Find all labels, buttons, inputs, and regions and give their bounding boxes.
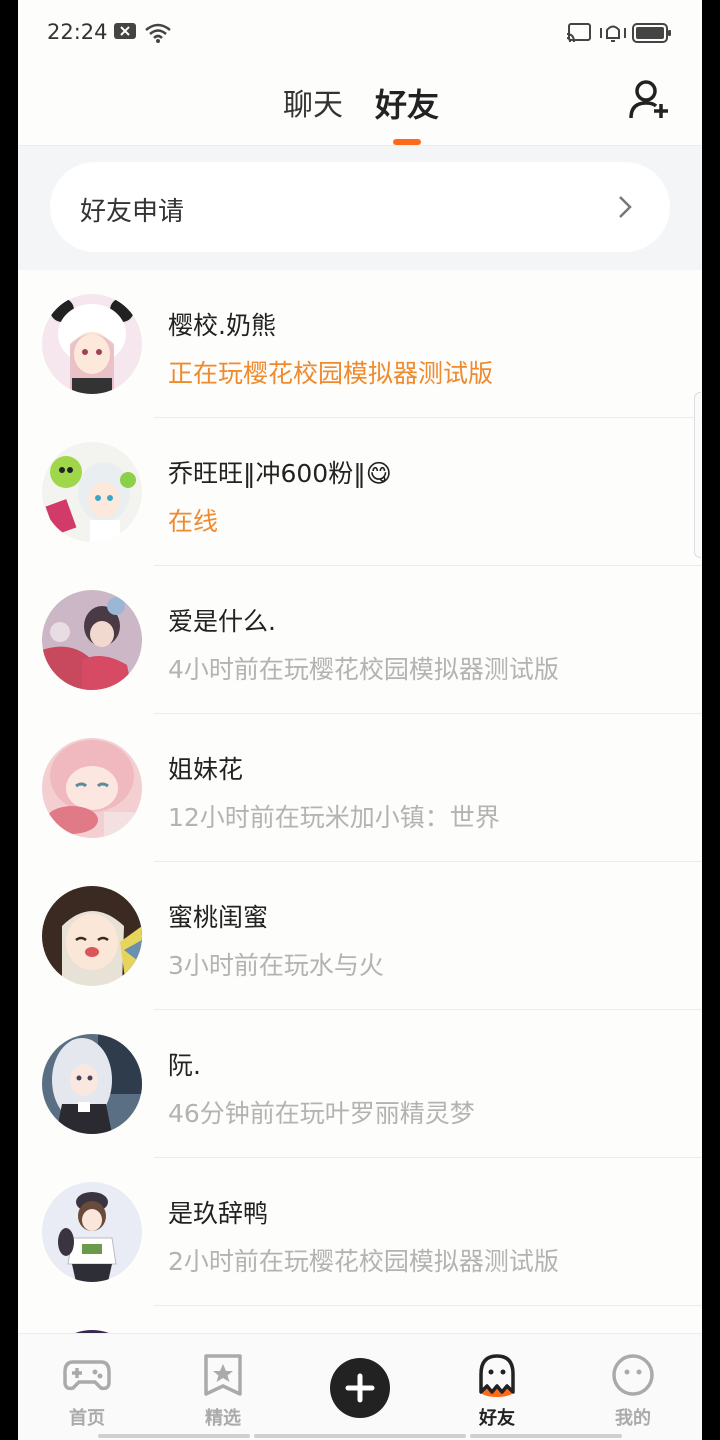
plus-icon — [345, 1373, 375, 1403]
friend-request-label: 好友申请 — [80, 197, 185, 227]
friend-list: 樱校.奶熊 正在玩樱花校园模拟器测试版 乔旺旺‖冲600粉‖😋 在线 爱是什么.… — [18, 270, 702, 1440]
friend-item[interactable]: 樱校.奶熊 正在玩樱花校园模拟器测试版 — [18, 270, 702, 418]
nav-me-label: 我的 — [615, 1408, 651, 1429]
nav-friends[interactable]: 好友 — [442, 1334, 552, 1440]
friend-item[interactable]: 是玖辞鸭 2小时前在玩樱花校园模拟器测试版 — [18, 1158, 702, 1306]
avatar — [42, 1182, 142, 1282]
smiley-icon — [612, 1354, 654, 1396]
friend-status: 在线 — [168, 507, 219, 536]
nav-featured[interactable]: 精选 — [168, 1334, 278, 1440]
app-screen: 22:24 聊天 好友 好友申请 樱校.奶熊 正在玩樱花校园模拟器测试版 乔旺旺… — [18, 0, 702, 1440]
friend-name: 蜜桃闺蜜 — [168, 903, 269, 932]
friend-name: 爱是什么. — [168, 607, 276, 636]
battery-icon — [632, 23, 671, 43]
friend-name: 是玖辞鸭 — [168, 1199, 269, 1228]
friend-request-button[interactable]: 好友申请 — [50, 162, 670, 252]
gamepad-icon — [63, 1360, 111, 1391]
create-button[interactable] — [330, 1358, 390, 1418]
friend-item[interactable]: 姐妹花 12小时前在玩米加小镇：世界 — [18, 714, 702, 862]
nav-featured-label: 精选 — [205, 1408, 241, 1429]
bottom-nav: 首页 精选 好友 我的 — [18, 1333, 702, 1440]
cast-icon — [566, 23, 591, 43]
wifi-icon — [145, 23, 171, 43]
avatar — [42, 738, 142, 838]
ghost-icon — [479, 1354, 515, 1397]
friend-item[interactable]: 乔旺旺‖冲600粉‖😋 在线 — [18, 418, 702, 566]
nav-home-label: 首页 — [69, 1408, 105, 1429]
friend-status: 2小时前在玩樱花校园模拟器测试版 — [168, 1247, 559, 1276]
nav-home[interactable]: 首页 — [32, 1334, 142, 1440]
avatar — [42, 1034, 142, 1134]
avatar — [42, 886, 142, 986]
friend-item[interactable]: 阮. 46分钟前在玩叶罗丽精灵梦 — [18, 1010, 702, 1158]
friend-status: 4小时前在玩樱花校园模拟器测试版 — [168, 655, 559, 684]
friend-name: 樱校.奶熊 — [168, 311, 276, 340]
friend-request-section: 好友申请 — [18, 146, 702, 270]
scrollbar[interactable] — [694, 392, 701, 558]
friend-status: 3小时前在玩水与火 — [168, 951, 384, 980]
system-nav-indicator — [254, 1434, 466, 1438]
friend-name: 乔旺旺‖冲600粉‖😋 — [168, 459, 392, 488]
star-bookmark-icon — [204, 1354, 242, 1396]
status-time: 22:24 — [47, 20, 108, 44]
avatar — [42, 294, 142, 394]
system-nav-indicator — [470, 1434, 622, 1438]
friend-name: 阮. — [168, 1051, 201, 1080]
friend-status: 46分钟前在玩叶罗丽精灵梦 — [168, 1099, 475, 1128]
friend-status: 12小时前在玩米加小镇：世界 — [168, 803, 500, 832]
add-user-icon[interactable] — [628, 78, 672, 122]
avatar — [42, 590, 142, 690]
avatar — [42, 442, 142, 542]
system-nav-indicator — [98, 1434, 250, 1438]
tab-chat[interactable]: 聊天 — [283, 80, 343, 124]
friend-status: 正在玩樱花校园模拟器测试版 — [168, 359, 494, 388]
chevron-right-icon — [619, 196, 632, 218]
status-bar: 22:24 — [18, 0, 702, 70]
nav-friends-label: 好友 — [479, 1408, 515, 1429]
friend-item[interactable]: 爱是什么. 4小时前在玩樱花校园模拟器测试版 — [18, 566, 702, 714]
tab-friends[interactable]: 好友 — [375, 80, 439, 126]
notification-x-icon — [114, 23, 136, 39]
vibrate-icon — [600, 25, 626, 42]
friend-item[interactable]: 蜜桃闺蜜 3小时前在玩水与火 — [18, 862, 702, 1010]
friend-name: 姐妹花 — [168, 755, 244, 784]
nav-me[interactable]: 我的 — [578, 1334, 688, 1440]
